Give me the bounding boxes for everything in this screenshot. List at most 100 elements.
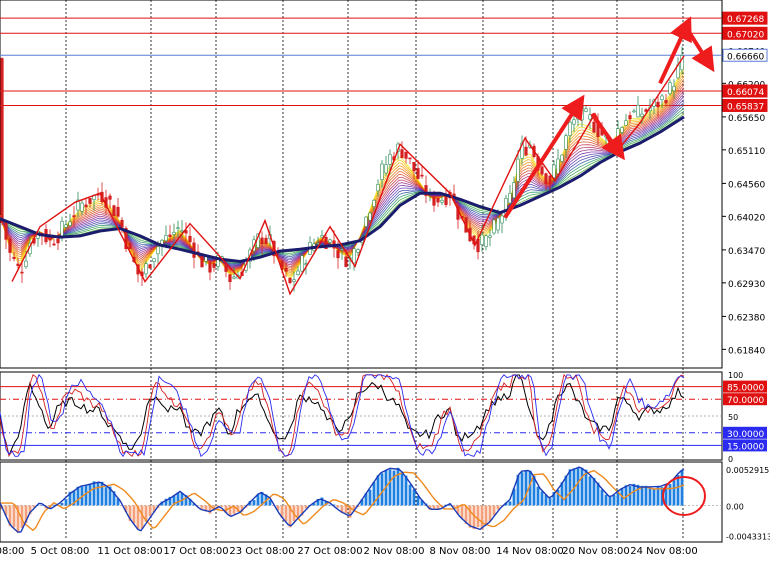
candle-body [480,234,484,245]
macd-histogram-bar [576,467,580,506]
candle-body [356,249,360,253]
candle-body [544,173,548,185]
candle-body [660,95,664,101]
candle-body [400,149,404,159]
candle-body [80,202,84,212]
macd-histogram-bar [480,505,484,530]
candle-body [624,120,628,126]
candle-body [120,219,124,228]
candle-body [420,174,424,177]
x-tick-label: 11 Oct 08:00 [97,546,162,557]
candle-body [644,109,648,112]
candle-body [512,182,516,199]
price-y-tick-label: 0.65650 [728,114,765,124]
macd-histogram-bar [12,505,16,528]
candle-body [60,221,64,237]
candle-body [16,263,20,266]
macd-histogram-bar [608,495,612,506]
macd-histogram-bar [508,501,512,506]
candle-body [108,195,112,200]
candle-body [640,113,644,117]
price-y-tick-label: 0.61840 [728,346,765,356]
macd-histogram-bar [680,469,684,506]
macd-histogram-bar [460,505,464,519]
rsi-level-tag-label: 15.0000 [727,442,764,452]
macd-histogram-bar [148,505,152,517]
candle-body [152,258,156,263]
price-y-tick-label: 0.62380 [728,313,765,323]
macd-histogram-bar [336,505,340,508]
price-y-tick-label: 0.64020 [728,213,765,223]
candle-body [492,219,496,234]
macd-histogram-bar [88,483,92,506]
macd-histogram-bar [676,474,680,506]
candle-body [616,128,620,138]
candle-body [584,108,588,112]
candle-body [592,121,596,133]
macd-histogram-bar [632,483,636,506]
macd-histogram-bar [612,494,616,506]
candle-body [164,235,168,242]
macd-histogram-bar [76,486,80,506]
forex-chart: 08:00 5 Oct 08:00 11 Oct 08:0017 Oct 08:00… [0,0,770,557]
rsi-y-tick-label: 100 [728,371,743,380]
candle-body [500,215,504,224]
candle-body [380,163,384,180]
macd-histogram-bar [60,502,64,506]
macd-histogram-bar [176,492,180,506]
macd-histogram-bar [92,481,96,506]
candle-body [412,161,416,172]
candle-body [84,204,88,208]
candle-body [4,222,8,240]
candle-body [320,235,324,238]
candle-body [200,256,204,268]
x-tick-label: 14 Nov 08:00 [496,546,563,557]
candle-body [484,235,488,248]
candle-body [260,237,264,245]
candle-body [288,277,292,283]
candle-body [0,58,4,223]
candle-body [576,117,580,120]
candle-body [168,234,172,237]
candle-body [496,217,500,231]
x-tick-label: 8 Nov 08:00 [429,546,490,557]
macd-histogram-bar [652,488,656,506]
macd-histogram-bar [104,487,108,506]
candle-body [232,276,236,279]
candle-body [508,192,512,204]
macd-histogram-bar [404,475,408,506]
macd-histogram-bar [636,484,640,506]
candle-body [388,154,392,165]
x-tick-label: 17 Oct 08:00 [163,546,228,557]
macd-histogram-bar [656,486,660,506]
candle-body [64,224,68,228]
macd-y-tick-label: 0.0052915 [726,466,769,475]
x-tick-label: 27 Oct 08:00 [297,546,362,557]
macd-histogram-bar [284,505,288,522]
level-tag-label: 0.66660 [727,52,764,62]
macd-histogram-bar [100,481,104,506]
macd-y-tick-label: 0.00 [726,502,744,511]
macd-histogram-bar [628,485,632,506]
candle-body [560,154,564,162]
price-y-tick-label: 0.65110 [728,147,765,157]
candle-body [516,158,520,182]
candle-body [628,115,632,120]
candle-body [20,271,24,274]
macd-histogram-bar [484,505,488,526]
candle-body [284,267,288,272]
candle-body [144,263,148,275]
candle-body [548,175,552,185]
candle-body [620,127,624,133]
macd-histogram-bar [412,489,416,506]
macd-histogram-bar [400,471,404,506]
candle-body [48,237,52,241]
rsi-y-tick-label: 50 [728,413,738,422]
chart-window: 08:00 5 Oct 08:00 11 Oct 08:0017 Oct 08:00… [0,0,770,560]
price-y-tick-label: 0.64560 [728,180,765,190]
macd-histogram-bar [536,486,540,506]
candle-body [352,248,356,264]
macd-histogram-bar [132,505,136,524]
candle-body [148,264,152,269]
macd-histogram-bar [84,485,88,506]
